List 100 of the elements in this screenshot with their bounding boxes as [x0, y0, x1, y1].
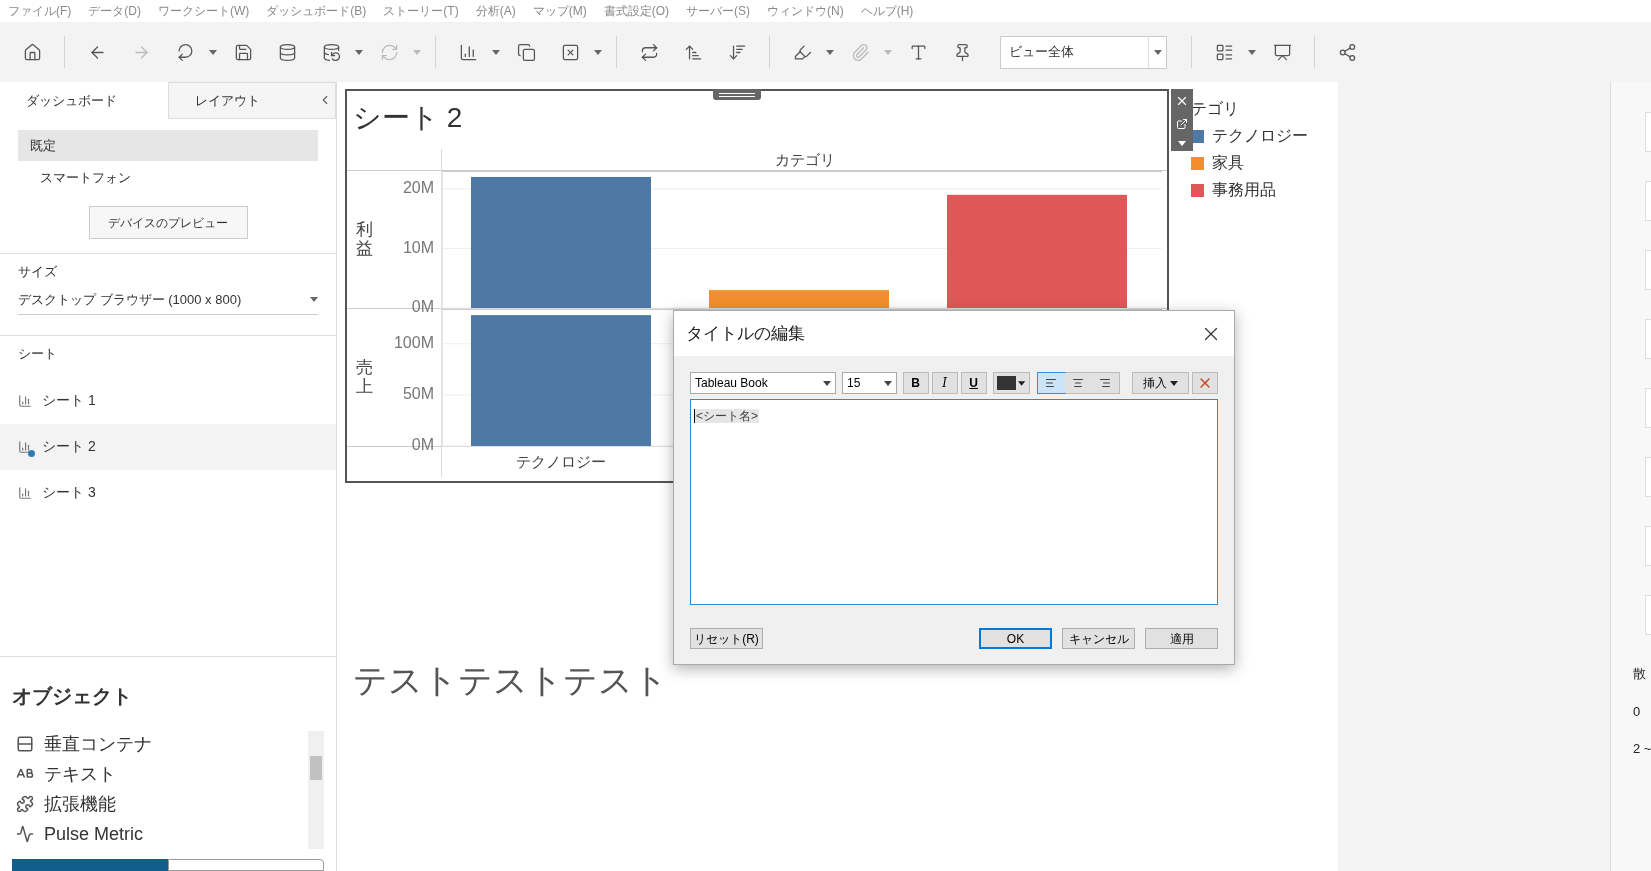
menu-item[interactable]: ワークシート(W): [158, 2, 250, 20]
caret-icon: [1169, 380, 1178, 386]
insert-button[interactable]: 挿入: [1131, 372, 1190, 394]
align-left-icon: [1045, 377, 1058, 389]
clear-button[interactable]: [1192, 372, 1218, 394]
caret-icon[interactable]: [594, 49, 602, 55]
menu-item[interactable]: データ(D): [88, 2, 141, 20]
database-icon: [277, 42, 297, 62]
section-label: サイズ: [18, 263, 58, 281]
legend-label: 家具: [1212, 153, 1244, 173]
section-label: シート: [17, 345, 58, 363]
layout-toggle[interactable]: [168, 859, 324, 871]
dialog-button[interactable]: キャンセル: [1062, 628, 1135, 649]
dialog-button[interactable]: リセット(R): [690, 628, 763, 649]
caret-icon: [1178, 140, 1186, 146]
home-icon: [22, 42, 42, 62]
sheet-item[interactable]: シート 2: [0, 423, 336, 470]
legend-label: テクノロジー: [1212, 126, 1308, 146]
container-icon: [16, 735, 34, 753]
tick-label: 10M: [402, 238, 434, 256]
tick-label: 0M: [411, 436, 434, 454]
object-item[interactable]: テキスト: [16, 761, 308, 787]
sheet-icon: [18, 485, 32, 500]
device-option[interactable]: 既定: [18, 130, 318, 161]
sheet-name-field: <シート名>: [694, 409, 759, 423]
device-option[interactable]: スマートフォン: [18, 162, 318, 193]
panel-text: 散: [1633, 665, 1647, 683]
caret-icon[interactable]: [355, 49, 363, 55]
caret-icon[interactable]: [492, 49, 500, 55]
caret-icon: [822, 380, 831, 386]
sheet-icon: [18, 439, 32, 454]
format-button[interactable]: U: [960, 372, 987, 394]
chart-icon: [458, 42, 478, 62]
legend-label: 事務用品: [1212, 180, 1276, 200]
menu-item[interactable]: 書式設定(O): [603, 2, 669, 20]
copy-icon: [516, 42, 536, 62]
sheet-icon: [18, 393, 32, 408]
dialog-button[interactable]: OK: [979, 628, 1052, 649]
menu-item[interactable]: 分析(A): [475, 2, 516, 20]
save-icon: [233, 42, 253, 62]
align-button[interactable]: [1091, 373, 1119, 393]
sheet-item[interactable]: シート 1: [0, 377, 336, 424]
caret-icon[interactable]: [209, 49, 217, 55]
device-preview-button[interactable]: デバイスのプレビュー: [88, 206, 248, 239]
caret-icon[interactable]: [1248, 49, 1256, 55]
menu-item[interactable]: ファイル(F): [8, 2, 72, 20]
align-button[interactable]: [1064, 373, 1092, 393]
object-item[interactable]: Pulse Metric: [16, 821, 308, 847]
text-object: テストテストテスト: [353, 660, 669, 701]
caret-icon: [310, 296, 318, 302]
axis-title: 売上: [356, 358, 373, 397]
sort-ascending-icon: [683, 42, 703, 62]
text-color-picker[interactable]: [992, 372, 1030, 394]
layout-toggle[interactable]: [12, 859, 168, 871]
panel-tab[interactable]: レイアウト: [168, 82, 336, 119]
column-header: カテゴリ: [773, 150, 836, 170]
align-button[interactable]: [1037, 373, 1065, 393]
presentation-icon: [1272, 42, 1292, 62]
align-center-icon: [1072, 377, 1085, 389]
color-swatch: [996, 376, 1017, 390]
caret-icon: [1153, 49, 1162, 55]
scrollbar[interactable]: [308, 731, 324, 849]
tick-label: 50M: [402, 385, 434, 403]
title-text-editor[interactable]: <シート名>: [690, 399, 1218, 605]
menu-item[interactable]: ダッシュボード(B): [266, 2, 367, 20]
tick-label: 0M: [411, 298, 434, 316]
pulse-icon: [16, 825, 34, 843]
paperclip-icon: [850, 42, 870, 62]
format-button[interactable]: I: [931, 372, 958, 394]
format-button[interactable]: B: [902, 372, 929, 394]
menu-item[interactable]: ウィンドウ(N): [767, 2, 844, 20]
menu-item[interactable]: ヘルプ(H): [860, 2, 914, 20]
dialog-button[interactable]: 適用: [1145, 628, 1218, 649]
sheet-item[interactable]: シート 3: [0, 469, 336, 516]
align-right-icon: [1099, 377, 1112, 389]
axis-title: 利益: [356, 220, 373, 259]
size-dropdown[interactable]: デスクトップ ブラウザー (1000 x 800): [18, 289, 318, 315]
caret-icon: [883, 380, 892, 386]
swap-icon: [639, 42, 659, 62]
menu-item[interactable]: ストーリー(T): [383, 2, 459, 20]
menu-item[interactable]: サーバー(S): [686, 2, 750, 20]
object-item[interactable]: 垂直コンテナ: [16, 731, 308, 757]
menu-item[interactable]: マップ(M): [532, 2, 587, 20]
sheet-title[interactable]: シート 2: [347, 91, 1167, 149]
font-select[interactable]: Tableau Book: [690, 372, 836, 394]
share-icon: [1337, 42, 1357, 62]
view-dropdown[interactable]: ビュー全体: [1000, 35, 1167, 69]
refresh-icon: [379, 42, 399, 62]
caret-icon: [1018, 380, 1026, 386]
dialog-title: タイトルの編集: [686, 322, 805, 345]
panel-text: 2 ~: [1633, 740, 1651, 758]
cards-icon: [1214, 42, 1234, 62]
pop-out-icon[interactable]: [1176, 118, 1188, 131]
drag-handle[interactable]: [713, 89, 761, 100]
object-item[interactable]: 拡張機能: [16, 791, 308, 817]
caret-icon[interactable]: [826, 49, 834, 55]
tick-label: 100M: [393, 334, 434, 351]
size-select[interactable]: 15: [841, 372, 897, 394]
clear-icon: [560, 42, 580, 62]
panel-text: 0: [1633, 702, 1642, 721]
